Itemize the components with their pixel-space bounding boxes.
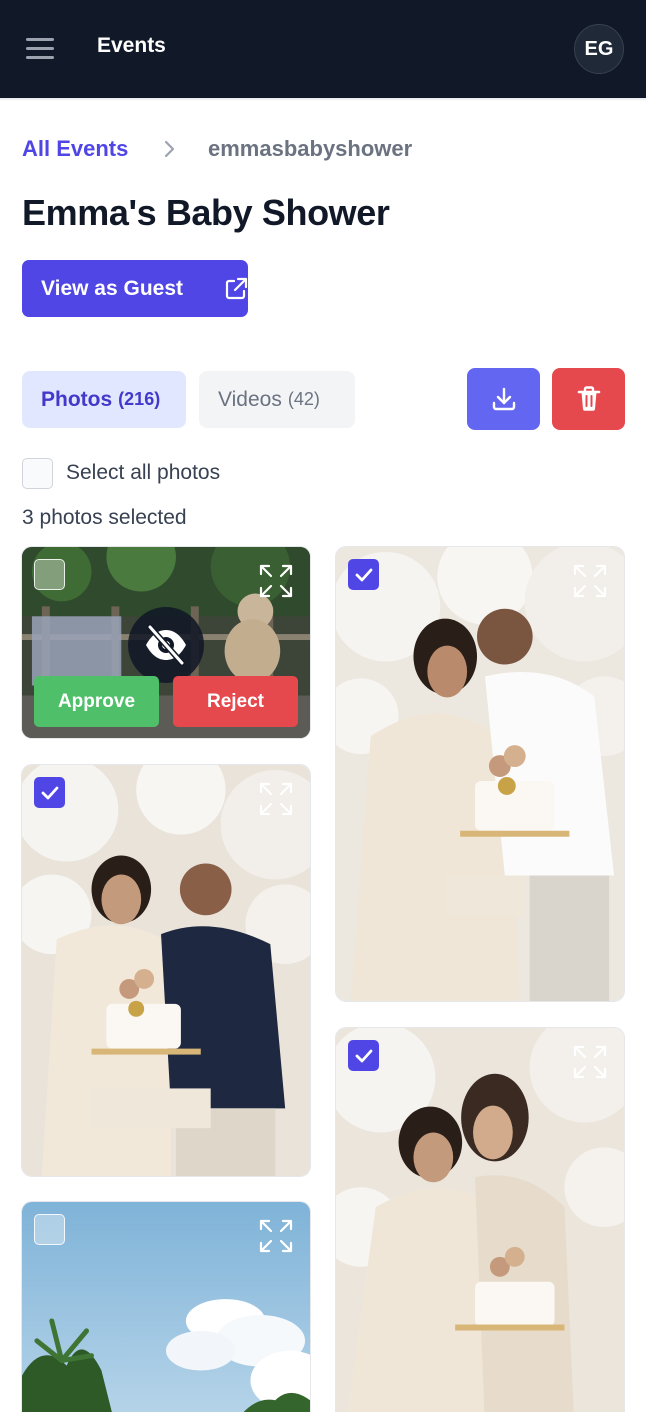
photo-select-checkbox[interactable] [34, 559, 65, 590]
tab-videos-count: (42) [287, 389, 320, 409]
photo-card[interactable] [335, 1027, 625, 1412]
download-button[interactable] [467, 368, 540, 430]
hidden-status-indicator [128, 607, 204, 683]
chevron-right-icon [164, 140, 175, 158]
checkmark-icon [355, 1049, 372, 1062]
photo-thumbnail [22, 765, 310, 1176]
download-icon [492, 387, 515, 411]
expand-icon[interactable] [258, 781, 294, 817]
breadcrumb-all-events-link[interactable]: All Events [22, 136, 128, 162]
trash-icon [577, 386, 600, 411]
tab-videos-label: Videos [218, 387, 282, 411]
tab-photos-label: Photos [41, 387, 113, 411]
photo-select-checkbox[interactable] [34, 1214, 65, 1245]
photo-thumbnail [336, 1028, 624, 1412]
photo-card[interactable]: Approve Reject [21, 546, 311, 739]
delete-button[interactable] [552, 368, 625, 430]
navbar-title: Events [97, 34, 166, 57]
view-as-guest-button[interactable]: View as Guest [22, 260, 248, 317]
user-avatar[interactable]: EG [574, 24, 624, 74]
photo-thumbnail [336, 547, 624, 1001]
page-title: Emma's Baby Shower [22, 192, 390, 233]
top-navbar: Events EG [0, 0, 646, 98]
tab-photos[interactable]: Photos (216) [22, 371, 186, 428]
checkmark-icon [41, 786, 58, 799]
select-all-checkbox[interactable] [22, 458, 53, 489]
navbar-shadow [0, 98, 646, 101]
breadcrumb-current: emmasbabyshower [208, 136, 413, 161]
tab-videos[interactable]: Videos (42) [199, 371, 355, 428]
photo-select-checkbox[interactable] [348, 559, 379, 590]
tab-photos-count: (216) [118, 389, 161, 409]
photo-card[interactable] [335, 546, 625, 1002]
select-all-label[interactable]: Select all photos [66, 461, 220, 485]
expand-icon[interactable] [572, 1044, 608, 1080]
approve-button[interactable]: Approve [34, 676, 159, 727]
expand-icon[interactable] [572, 563, 608, 599]
external-link-icon [225, 277, 248, 300]
checkmark-icon [355, 568, 372, 581]
reject-button[interactable]: Reject [173, 676, 298, 727]
photo-select-checkbox[interactable] [348, 1040, 379, 1071]
eye-off-icon [146, 624, 186, 666]
view-as-guest-label: View as Guest [41, 276, 184, 300]
photo-select-checkbox[interactable] [34, 777, 65, 808]
expand-icon[interactable] [258, 1218, 294, 1254]
expand-icon[interactable] [258, 563, 294, 599]
photo-card[interactable] [21, 764, 311, 1177]
hamburger-menu-icon[interactable] [22, 30, 58, 66]
selected-count-text: 3 photos selected [22, 506, 187, 529]
photo-card[interactable] [21, 1201, 311, 1412]
